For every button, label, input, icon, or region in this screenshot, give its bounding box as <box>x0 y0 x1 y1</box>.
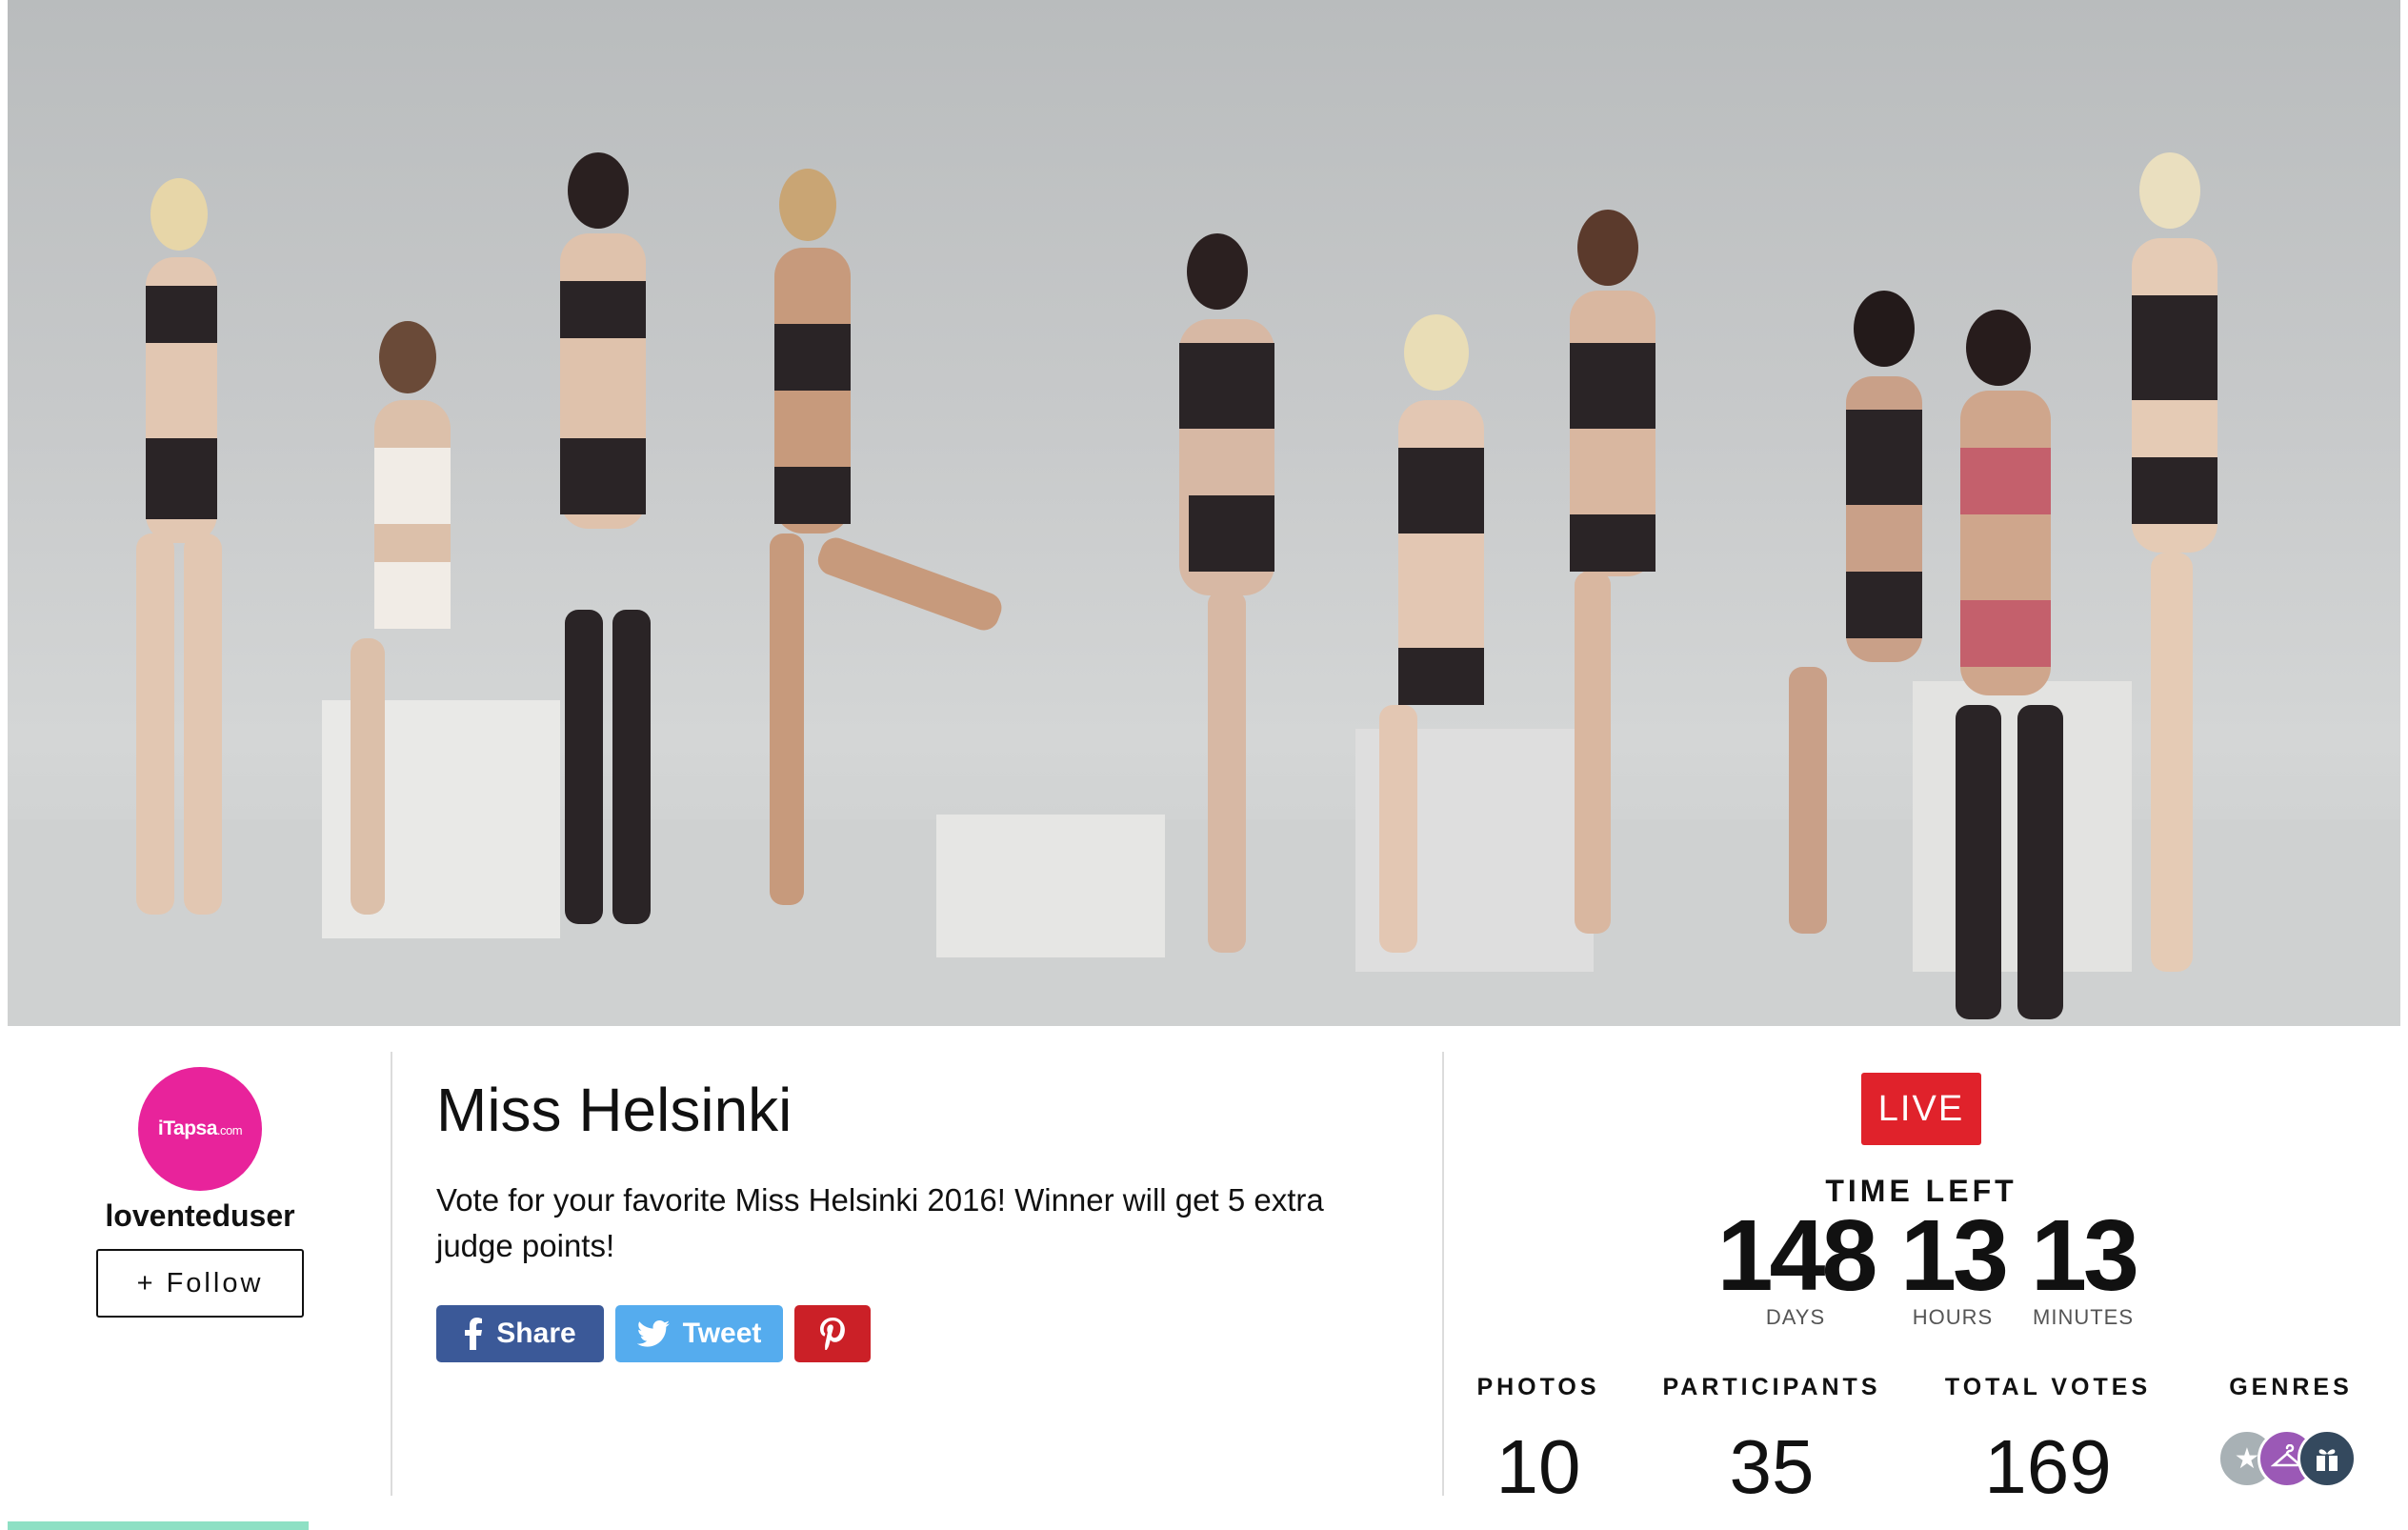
avatar[interactable]: iTapsa.com <box>138 1067 262 1191</box>
avatar-logo-text: iTapsa.com <box>157 1117 243 1139</box>
hours-label: HOURS <box>1912 1305 1994 1329</box>
twitter-icon <box>636 1320 670 1347</box>
divider-left <box>391 1052 392 1496</box>
facebook-share-label: Share <box>496 1318 576 1350</box>
genres-label: GENRES <box>2229 1374 2353 1400</box>
contest-description: Vote for your favorite Miss Helsinki 201… <box>436 1182 1324 1264</box>
photos-label: PHOTOS <box>1476 1374 1600 1400</box>
hours-value: 13 <box>1900 1199 2009 1312</box>
minutes-label: MINUTES <box>2033 1305 2134 1329</box>
stat-participants[interactable]: PARTICIPANTS 35 <box>1657 1374 1886 1510</box>
photos-count: 10 <box>1495 1424 1581 1509</box>
genre-icons: ★ <box>2217 1429 2357 1490</box>
pinterest-icon <box>820 1318 845 1351</box>
live-badge: LIVE <box>1861 1073 1981 1145</box>
total-votes-label: TOTAL VOTES <box>1944 1374 2152 1400</box>
facebook-share-button[interactable]: Share <box>436 1305 604 1363</box>
days-value: 148 <box>1716 1199 1878 1312</box>
pinterest-pin-button[interactable] <box>794 1305 871 1363</box>
username[interactable]: loventeduser <box>57 1198 343 1234</box>
twitter-tweet-button[interactable]: Tweet <box>615 1305 783 1363</box>
countdown-minutes: 13 MINUTES <box>2021 1200 2145 1330</box>
gift-glyph <box>2317 1449 2338 1471</box>
stat-photos[interactable]: PHOTOS 10 <box>1457 1374 1619 1510</box>
countdown-days: 148 DAYS <box>1705 1200 1886 1330</box>
divider-right <box>1442 1052 1444 1496</box>
stat-genres: GENRES <box>2219 1374 2362 1401</box>
countdown-hours: 13 HOURS <box>1896 1200 2010 1330</box>
participants-label: PARTICIPANTS <box>1662 1374 1881 1400</box>
stat-total-votes: TOTAL VOTES 169 <box>1934 1374 2162 1510</box>
facebook-icon <box>465 1318 483 1351</box>
follow-button[interactable]: + Follow <box>96 1249 304 1318</box>
contest-cover-image <box>8 0 2400 1026</box>
cover-photo-illustration <box>8 152 2400 1026</box>
total-votes-count: 169 <box>1984 1424 2112 1509</box>
progress-accent-bar <box>8 1521 309 1530</box>
twitter-tweet-label: Tweet <box>682 1318 762 1350</box>
contest-title: Miss Helsinki <box>436 1076 793 1144</box>
share-buttons: Share Tweet <box>436 1305 1389 1363</box>
minutes-value: 13 <box>2031 1199 2139 1312</box>
organizer-profile: iTapsa.com loventeduser + Follow <box>57 1067 343 1318</box>
gift-icon[interactable] <box>2298 1429 2357 1488</box>
participants-count: 35 <box>1729 1424 1815 1509</box>
contest-info: Miss Helsinki Vote for your favorite Mis… <box>436 1076 1389 1363</box>
